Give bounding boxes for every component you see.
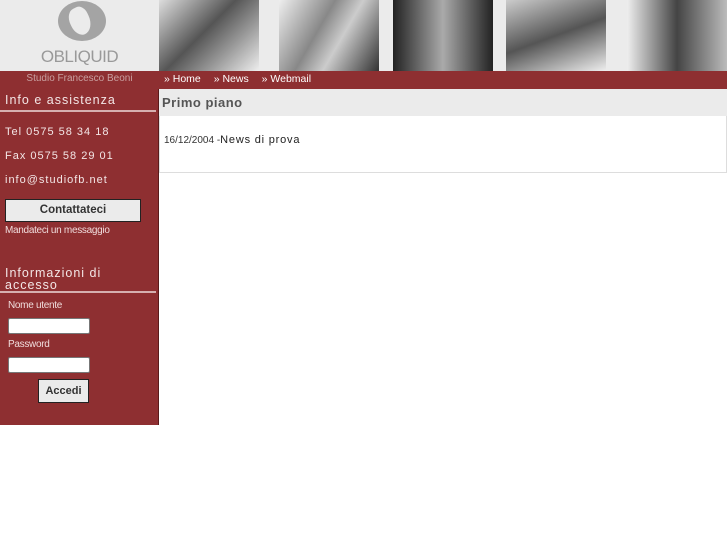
studio-name: Studio Francesco Beoni: [26, 73, 133, 84]
username-label: Nome utente: [8, 300, 62, 311]
fax: Fax 0575 58 29 01: [5, 150, 114, 162]
header: OBLIQUID: [0, 0, 727, 71]
login-heading: Informazioni di accesso: [5, 266, 102, 292]
header-photo: [393, 0, 493, 71]
nav-home[interactable]: » Home: [164, 73, 201, 85]
nav-bar: Studio Francesco Beoni » Home » News » W…: [0, 71, 727, 89]
logo-icon: [58, 1, 106, 41]
logo-text: OBLIQUID: [40, 47, 119, 66]
password-label: Password: [8, 339, 50, 350]
tel: Tel 0575 58 34 18: [5, 126, 110, 138]
page-title: Primo piano: [159, 89, 727, 116]
divider: [0, 291, 156, 293]
news-item: 16/12/2004 -News di prova: [164, 134, 300, 146]
contact-button[interactable]: Contattateci: [5, 199, 141, 222]
password-input[interactable]: [8, 357, 90, 373]
header-photo: [159, 0, 259, 71]
divider: [0, 110, 156, 112]
info-heading: Info e assistenza: [5, 93, 116, 107]
header-photo: [506, 0, 606, 71]
sidebar: Info e assistenza Tel 0575 58 34 18 Fax …: [0, 89, 158, 425]
contact-subtitle[interactable]: Mandateci un messaggio: [5, 225, 110, 236]
nav-news[interactable]: » News: [214, 73, 249, 85]
news-title[interactable]: News di prova: [220, 134, 300, 146]
news-box: 16/12/2004 -News di prova: [159, 116, 727, 173]
header-photo: [627, 0, 727, 71]
header-photo: [279, 0, 379, 71]
logo[interactable]: OBLIQUID: [0, 0, 159, 71]
nav-webmail[interactable]: » Webmail: [262, 73, 311, 85]
news-date: 16/12/2004 -: [164, 135, 221, 146]
username-input[interactable]: [8, 318, 90, 334]
login-button[interactable]: Accedi: [38, 379, 89, 403]
email[interactable]: info@studiofb.net: [5, 174, 108, 186]
